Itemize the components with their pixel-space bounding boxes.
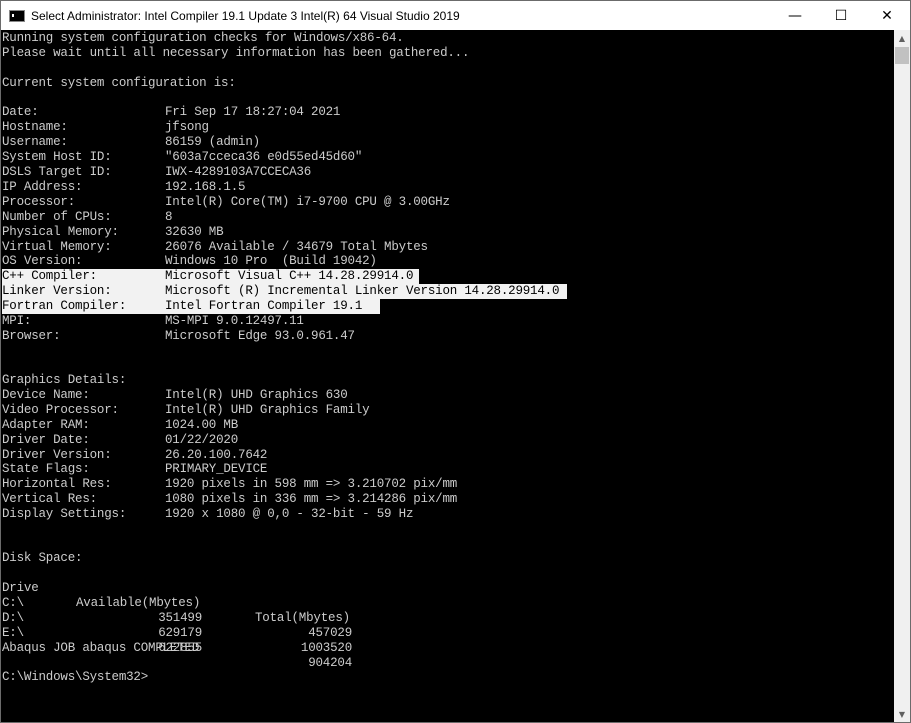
- minimize-button[interactable]: —: [772, 1, 818, 30]
- disk-row: D:\ 629179 1003520: [2, 611, 352, 655]
- intro-line-1: Running system configuration checks for …: [2, 31, 404, 45]
- console-app-icon: [9, 9, 25, 22]
- command-prompt[interactable]: C:\Windows\System32>: [2, 670, 148, 685]
- disk-row: E:\ 622855 904204: [2, 626, 352, 670]
- close-button[interactable]: ✕: [864, 1, 910, 30]
- config-row-selected: Fortran Compiler: Intel Fortran Compiler …: [2, 299, 380, 314]
- console-window: Select Administrator: Intel Compiler 19.…: [0, 0, 911, 723]
- scroll-up-arrow-icon[interactable]: ▲: [894, 30, 910, 46]
- console-output[interactable]: Running system configuration checks for …: [1, 30, 894, 722]
- current-config-heading: Current system configuration is:: [2, 76, 236, 90]
- config-row-selected: Linker Version: Microsoft (R) Incremental…: [2, 284, 567, 299]
- scrollbar-thumb[interactable]: [895, 47, 909, 64]
- window-title: Select Administrator: Intel Compiler 19.…: [31, 8, 460, 23]
- vertical-scrollbar[interactable]: ▲ ▼: [894, 30, 910, 722]
- config-row-selected: C++ Compiler: Microsoft Visual C++ 14.28.…: [2, 269, 419, 284]
- intro-line-2: Please wait until all necessary informat…: [2, 46, 470, 60]
- job-completed-line: Abaqus JOB abaqus COMPLETED: [2, 641, 200, 655]
- maximize-button[interactable]: ☐: [818, 1, 864, 30]
- disk-heading: Disk Space:: [2, 551, 83, 565]
- title-bar[interactable]: Select Administrator: Intel Compiler 19.…: [1, 1, 910, 30]
- window-controls: — ☐ ✕: [772, 1, 910, 30]
- scroll-down-arrow-icon[interactable]: ▼: [894, 706, 910, 722]
- disk-columns-header: Drive Available(Mbytes) Total(Mbytes): [2, 581, 350, 625]
- graphics-heading: Graphics Details:: [2, 373, 127, 387]
- disk-row: C:\ 351499 457029: [2, 596, 352, 640]
